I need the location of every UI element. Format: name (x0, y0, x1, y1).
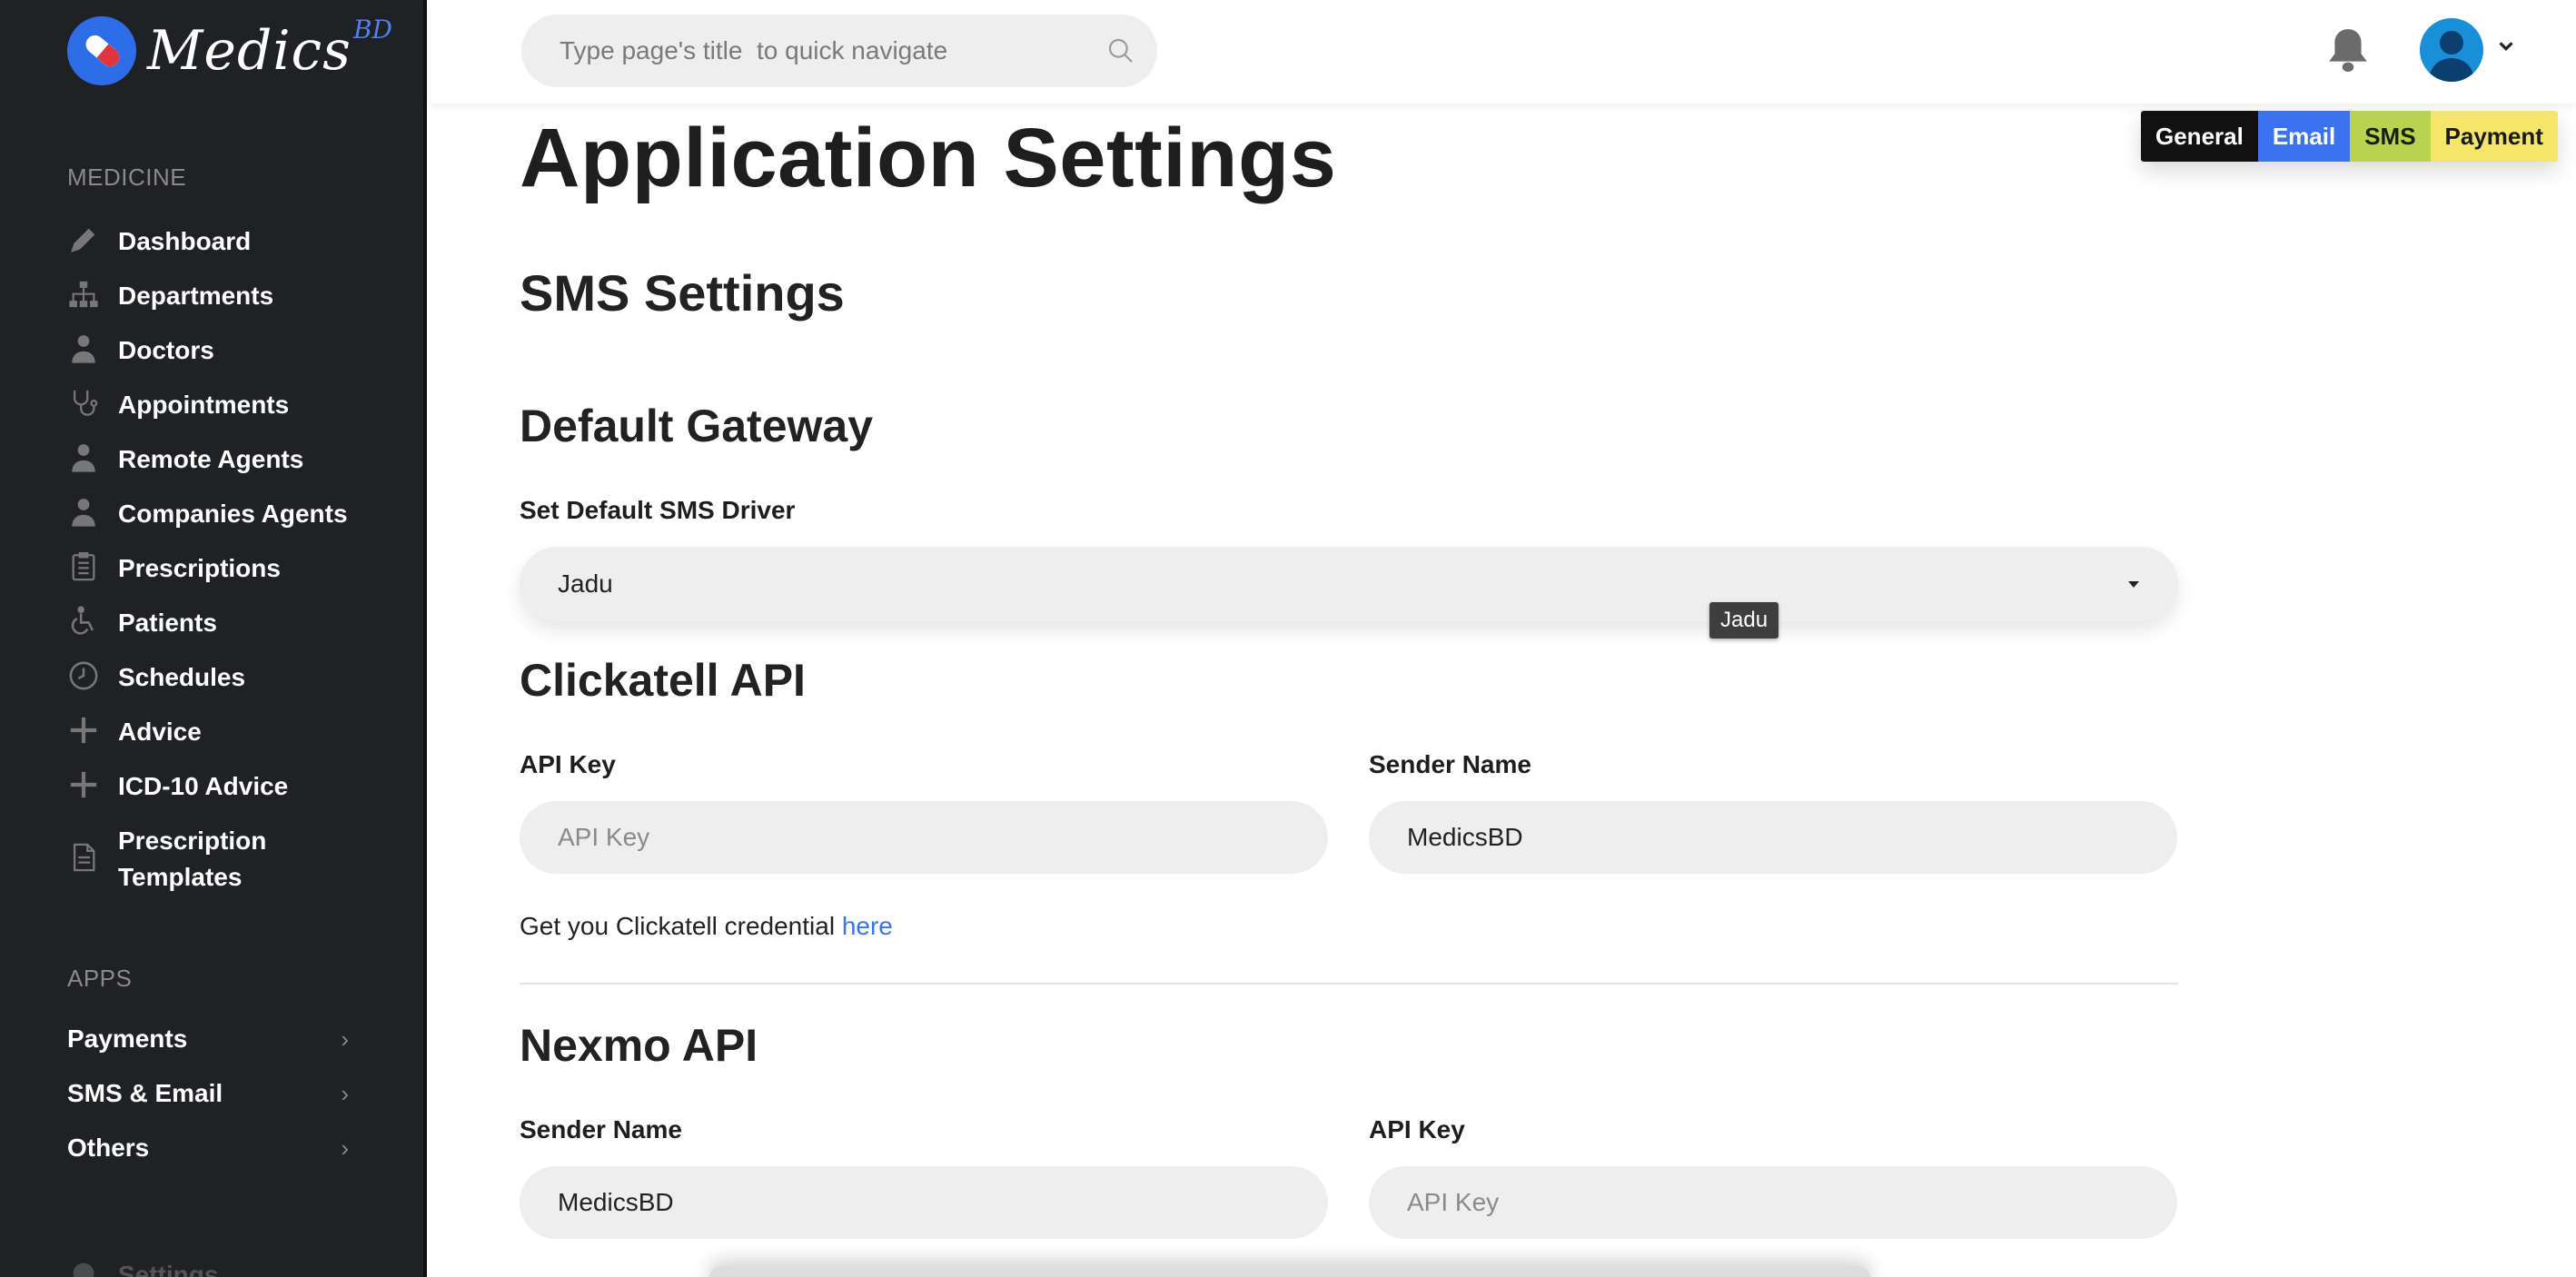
sidebar-app-label: Others (67, 1133, 150, 1162)
sidebar-item-prescription-templates[interactable]: Prescription Templates (67, 823, 340, 896)
caret-down-icon (2127, 578, 2140, 590)
pill-logo-icon (67, 16, 136, 85)
clickatell-heading: Clickatell API (520, 655, 806, 706)
plus-icon (67, 768, 100, 801)
clickatell-help-text: Get you Clickatell credential here (520, 912, 893, 941)
sidebar-app-label: Payments (67, 1025, 188, 1053)
sidebar-item-doctors[interactable]: Doctors (67, 332, 214, 369)
sms-driver-value: Jadu (558, 569, 613, 598)
tooltip: Jadu (1709, 602, 1779, 638)
sidebar-app-sms-email[interactable]: SMS & Email › (67, 1079, 349, 1108)
brand-logo-link[interactable]: Medics BD (67, 15, 392, 85)
sidebar-item-label: Patients (118, 609, 217, 637)
sidebar-item-label: Appointments (118, 391, 290, 419)
brand-name: Medics (147, 19, 352, 83)
divider (520, 983, 2178, 985)
gear-icon (67, 1257, 100, 1277)
sidebar-app-label: SMS & Email (67, 1079, 223, 1107)
sidebar-item-label: Settings (118, 1261, 219, 1277)
help-text-prefix: Get you Clickatell credential (520, 912, 842, 940)
nexmo-heading: Nexmo API (520, 1020, 758, 1071)
stethoscope-icon (67, 387, 100, 420)
wheelchair-icon (67, 605, 100, 638)
sidebar-item-icd10-advice[interactable]: ICD-10 Advice (67, 768, 288, 805)
doctor-icon (67, 332, 100, 365)
chevron-right-icon: › (341, 1025, 349, 1053)
pen-icon (67, 223, 100, 256)
clickatell-sender-label: Sender Name (1369, 750, 1531, 778)
tab-sms[interactable]: SMS (2350, 111, 2431, 162)
settings-tabs: General Email SMS Payment (2141, 111, 2558, 162)
sidebar-item-patients[interactable]: Patients (67, 605, 217, 641)
clock-icon (67, 659, 100, 692)
nexmo-sender-input[interactable] (520, 1166, 1328, 1239)
section-title: SMS Settings (520, 264, 845, 322)
sidebar-item-schedules[interactable]: Schedules (67, 659, 245, 696)
brand-suffix: BD (352, 15, 392, 45)
floating-action-bar (708, 1266, 1871, 1277)
topbar (431, 0, 2576, 104)
sidebar-item-remote-agents[interactable]: Remote Agents (67, 441, 303, 478)
page-title: Application Settings (520, 112, 1337, 204)
sidebar-item-label: Dashboard (118, 227, 252, 255)
tab-payment[interactable]: Payment (2430, 111, 2558, 162)
sidebar-item-prescriptions[interactable]: Prescriptions (67, 550, 281, 587)
clickatell-sender-input[interactable] (1369, 801, 2177, 874)
sidebar-item-settings[interactable]: Settings (67, 1257, 218, 1277)
section-label-medicine: MEDICINE (67, 163, 187, 191)
clickatell-api-key-input[interactable] (520, 801, 1328, 874)
document-icon (67, 841, 100, 874)
quick-nav-search (521, 15, 1157, 87)
tab-general[interactable]: General (2141, 111, 2258, 162)
avatar[interactable] (2420, 18, 2483, 82)
nexmo-api-key-label: API Key (1369, 1115, 1465, 1143)
sidebar-item-dashboard[interactable]: Dashboard (67, 223, 251, 260)
sidebar-app-others[interactable]: Others › (67, 1133, 349, 1163)
sidebar-item-label: Remote Agents (118, 445, 304, 473)
bell-icon[interactable] (2325, 25, 2371, 74)
sidebar-item-label: Advice (118, 718, 202, 746)
sidebar-item-label: Doctors (118, 336, 214, 364)
plus-icon (67, 714, 100, 747)
sms-driver-label: Set Default SMS Driver (520, 496, 796, 524)
tab-email[interactable]: Email (2257, 111, 2351, 162)
sidebar: Medics BD MEDICINE Dashboard Departments… (0, 0, 427, 1277)
clickatell-credential-link[interactable]: here (842, 912, 893, 940)
nexmo-sender-label: Sender Name (520, 1115, 682, 1143)
chevron-right-icon: › (341, 1133, 349, 1162)
sms-driver-select[interactable]: Jadu (520, 547, 2178, 621)
clickatell-api-key-label: API Key (520, 750, 616, 778)
agent-icon (67, 496, 100, 529)
sidebar-item-label: Prescription Templates (118, 827, 267, 891)
sidebar-item-appointments[interactable]: Appointments (67, 387, 289, 423)
section-label-apps: APPS (67, 965, 133, 992)
search-icon[interactable] (1106, 36, 1135, 65)
sidebar-item-label: Prescriptions (118, 554, 281, 582)
sidebar-app-payments[interactable]: Payments › (67, 1025, 349, 1054)
sidebar-item-companies-agents[interactable]: Companies Agents (67, 496, 348, 532)
sidebar-item-label: Departments (118, 282, 274, 310)
nexmo-api-key-input[interactable] (1369, 1166, 2177, 1239)
chevron-down-icon[interactable] (2496, 36, 2516, 56)
search-input[interactable] (560, 15, 1068, 87)
sitemap-icon (67, 278, 100, 311)
sidebar-item-label: Companies Agents (118, 500, 348, 528)
sidebar-item-departments[interactable]: Departments (67, 278, 273, 314)
chevron-right-icon: › (341, 1079, 349, 1107)
clipboard-icon (67, 550, 100, 583)
agent-icon (67, 441, 100, 474)
sidebar-item-advice[interactable]: Advice (67, 714, 202, 750)
sidebar-item-label: Schedules (118, 663, 246, 691)
sidebar-item-label: ICD-10 Advice (118, 772, 289, 800)
default-gateway-heading: Default Gateway (520, 401, 874, 451)
